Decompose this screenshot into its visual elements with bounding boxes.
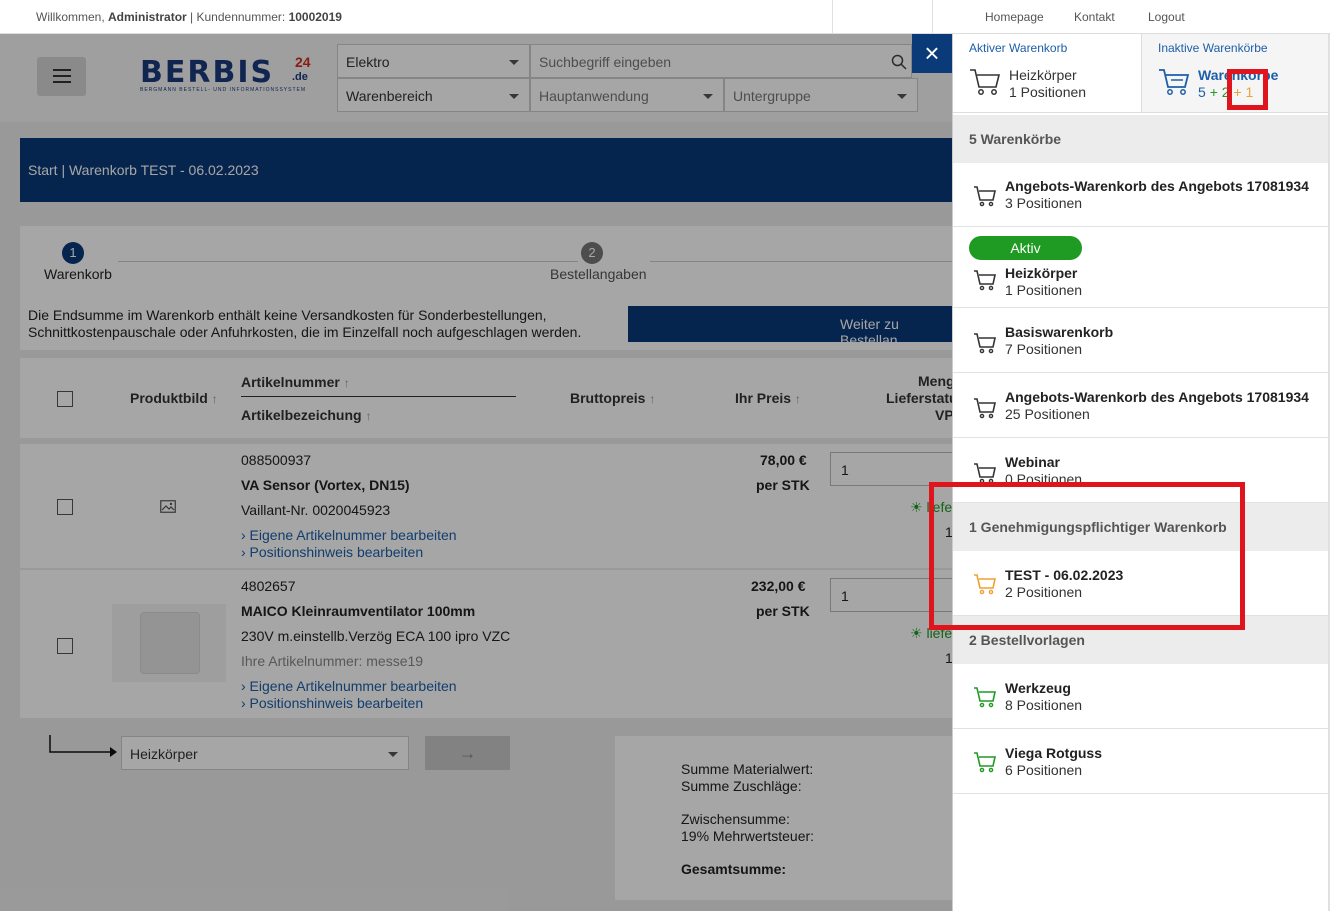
cart-icon	[974, 398, 996, 419]
cart-multiple-icon	[1159, 69, 1190, 95]
cart-item[interactable]: Basiswarenkorb 7 Positionen	[953, 308, 1329, 373]
cart-icon	[974, 687, 996, 708]
cart-icon	[974, 752, 996, 773]
welcome-text: Willkommen, Administrator | Kundennummer…	[36, 10, 342, 24]
cart-icon	[974, 186, 996, 207]
template-item[interactable]: Viega Rotguss 6 Positionen	[953, 729, 1329, 794]
cart-icon	[970, 69, 1001, 95]
cart-item-active[interactable]: Aktiv Heizkörper 1 Positionen	[953, 227, 1329, 308]
active-badge: Aktiv	[969, 236, 1082, 260]
section-carts: 5 Warenkörbe	[953, 115, 1329, 163]
highlight-box-count	[1227, 69, 1268, 110]
active-cart-positions: 1 Positionen	[1009, 84, 1087, 100]
tab-active-cart[interactable]: Aktiver Warenkorb Heizkörper 1 Positione…	[953, 34, 1141, 113]
modal-overlay[interactable]	[0, 34, 952, 911]
cart-icon	[974, 463, 996, 484]
close-icon: ×	[924, 38, 940, 68]
top-bar: Willkommen, Administrator | Kundennummer…	[0, 0, 1330, 34]
cart-icon	[974, 270, 996, 291]
cart-panel: Aktiver Warenkorb Heizkörper 1 Positione…	[952, 34, 1329, 911]
user-name: Administrator	[108, 10, 187, 24]
cart-item[interactable]: Angebots-Warenkorb des Angebots 17081934…	[953, 373, 1329, 438]
homepage-link[interactable]: Homepage	[985, 10, 1044, 24]
logout-link[interactable]: Logout	[1148, 10, 1185, 24]
cart-icon	[974, 333, 996, 354]
customer-number: 10002019	[288, 10, 342, 24]
template-item[interactable]: Werkzeug 8 Positionen	[953, 664, 1329, 729]
contact-link[interactable]: Kontakt	[1074, 10, 1115, 24]
highlight-box-approval	[929, 482, 1245, 630]
cart-item[interactable]: Angebots-Warenkorb des Angebots 17081934…	[953, 163, 1329, 227]
active-cart-name: Heizkörper	[1009, 67, 1077, 83]
close-panel-button[interactable]: ×	[912, 34, 952, 73]
